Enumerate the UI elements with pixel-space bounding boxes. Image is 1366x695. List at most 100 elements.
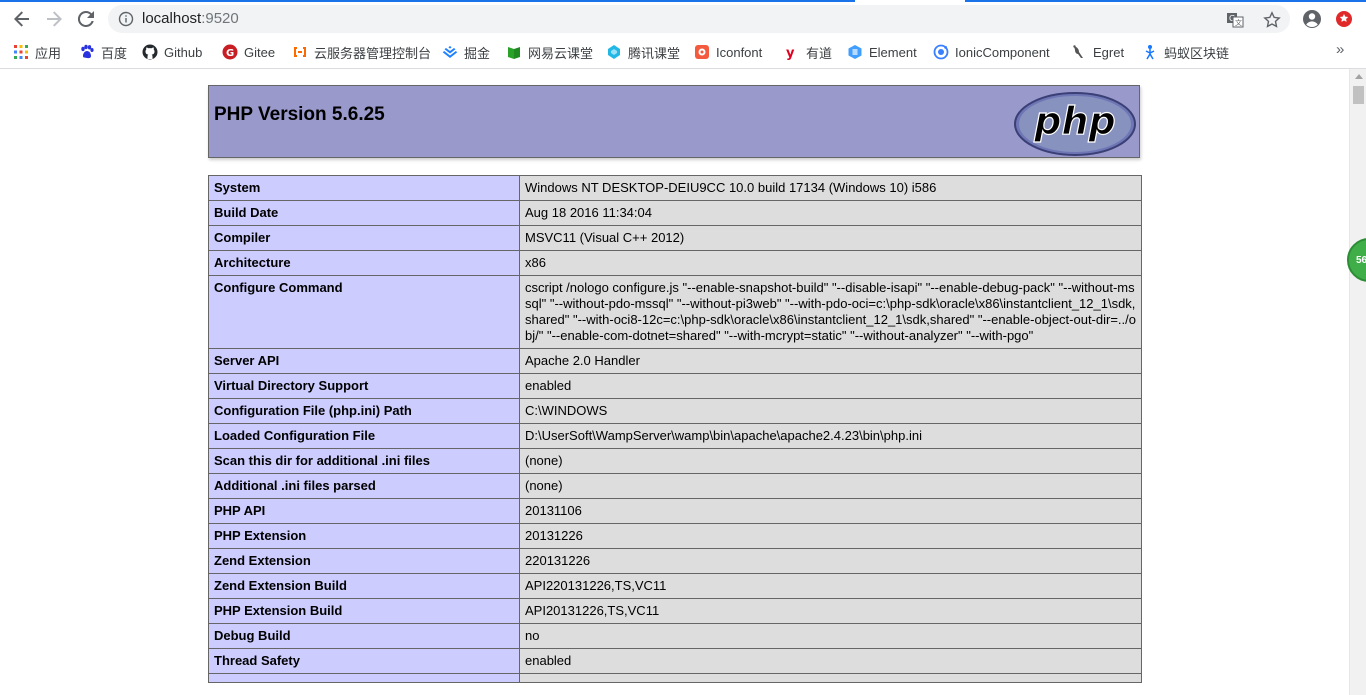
info-row: System Windows NT DESKTOP-DEIU9CC 10.0 bu… [208,175,1142,201]
address-bar[interactable]: localhost:9520 G文 [108,5,1290,33]
translate-icon[interactable]: G文 [1226,11,1244,29]
svg-text:y: y [786,46,795,60]
scroll-up-arrow-icon[interactable] [1355,74,1363,79]
bookmark-element[interactable]: Element [847,41,917,63]
info-key: Additional .ini files parsed [208,473,520,499]
info-row: Zend Extension 220131226 [208,548,1142,574]
bookmark-ant-chain[interactable]: 蚂蚁区块链 [1142,41,1229,63]
back-arrow-icon[interactable] [9,6,35,32]
info-value: cscript /nologo configure.js "--enable-s… [519,275,1142,349]
info-key: Zend Extension Build [208,573,520,599]
info-row: PHP Extension 20131226 [208,523,1142,549]
info-row: Thread Safety enabled [208,648,1142,674]
info-row: PHP Extension Build API20131226,TS,VC11 [208,598,1142,624]
info-value: 20131106 [519,498,1142,524]
aliyun-icon [292,44,308,60]
bookmark-tencent-class[interactable]: 腾讯课堂 [606,41,680,63]
info-row: Additional .ini files parsed (none) [208,473,1142,499]
info-row: Configure Command cscript /nologo configu… [208,275,1142,349]
info-value: Aug 18 2016 11:34:04 [519,200,1142,226]
info-key: System [208,175,520,201]
youdao-icon: y [784,44,800,60]
url-text[interactable]: localhost:9520 [142,10,239,27]
page-title: PHP Version 5.6.25 [214,104,385,125]
info-row: Debug Build no [208,623,1142,649]
juejin-icon [442,44,458,60]
bookmark-label: 掘金 [464,45,491,61]
iconfont-icon [694,44,710,60]
info-value: C:\WINDOWS [519,398,1142,424]
bookmark-label: 云服务器管理控制台 [314,45,432,61]
bookmark-baidu[interactable]: 百度 [79,41,127,63]
info-key: Zend Extension [208,548,520,574]
info-value [519,673,1142,683]
scrollbar-thumb[interactable] [1353,86,1364,104]
netease-study-icon [506,44,522,60]
bookmark-github[interactable]: Github [142,41,202,63]
php-logo-icon: php [1014,92,1136,156]
info-row: Compiler MSVC11 (Visual C++ 2012) [208,225,1142,251]
url-port: :9520 [201,10,239,27]
bookmark-label: Egret [1093,44,1125,60]
bookmark-gitee[interactable]: G Gitee [222,41,275,63]
info-key: Thread Safety [208,648,520,674]
php-logo-text: php [1033,99,1115,143]
bookmark-label: Element [869,44,917,60]
info-value: MSVC11 (Visual C++ 2012) [519,225,1142,251]
bookmark-ionic[interactable]: IonicComponent [933,41,1050,63]
phpinfo-table: System Windows NT DESKTOP-DEIU9CC 10.0 bu… [208,175,1142,683]
reload-icon[interactable] [73,6,99,32]
bookmark-egret[interactable]: Egret [1071,41,1124,63]
info-row: Virtual Directory Support enabled [208,373,1142,399]
bookmark-youdao[interactable]: y 有道 [784,41,832,63]
page-viewport: PHP Version 5.6.25 php System Windows NT … [0,69,1349,695]
info-key: Configure Command [208,275,520,349]
info-value: enabled [519,648,1142,674]
bookmark-label: 应用 [35,45,62,61]
extension-icon[interactable] [1333,8,1355,30]
info-icon[interactable] [118,11,134,27]
info-value: (none) [519,448,1142,474]
bookmark-netease[interactable]: 网易云课堂 [506,41,593,63]
info-value: (none) [519,473,1142,499]
bookmark-juejin[interactable]: 掘金 [442,41,490,63]
bookmarks-overflow-button[interactable]: » [1336,41,1344,58]
ionic-icon [933,44,949,60]
baidu-paw-icon [79,44,95,60]
info-row: Zend Extension Build API220131226,TS,VC11 [208,573,1142,599]
info-key: Debug Build [208,623,520,649]
info-key: Virtual Directory Support [208,373,520,399]
vertical-scrollbar[interactable] [1349,69,1366,695]
bookmark-label: 百度 [101,45,128,61]
info-key: PHP Extension [208,523,520,549]
bookmark-label: Iconfont [716,44,763,60]
star-icon[interactable] [1263,11,1281,29]
forward-arrow-icon[interactable] [41,6,67,32]
info-value: 220131226 [519,548,1142,574]
bookmark-label: 网易云课堂 [528,45,594,61]
info-value: D:\UserSoft\WampServer\wamp\bin\apache\a… [519,423,1142,449]
info-key [208,673,520,683]
bookmark-label: 蚂蚁区块链 [1164,45,1230,61]
info-value: enabled [519,373,1142,399]
info-row: PHP API 20131106 [208,498,1142,524]
bookmark-label: 有道 [806,45,833,61]
info-row: Server API Apache 2.0 Handler [208,348,1142,374]
bookmark-label: 腾讯课堂 [628,45,681,61]
account-icon[interactable] [1301,8,1323,30]
info-value: Windows NT DESKTOP-DEIU9CC 10.0 build 17… [519,175,1142,201]
element-icon [847,44,863,60]
info-row: Architecture x86 [208,250,1142,276]
info-value: no [519,623,1142,649]
bookmarks-bar: 应用 百度 Github G Gitee 云服务器管理控制台 掘金 网易云课堂 [0,37,1366,69]
info-key: Configuration File (php.ini) Path [208,398,520,424]
bookmark-label: Gitee [244,44,276,60]
info-key: Compiler [208,225,520,251]
bookmark-aliyun[interactable]: 云服务器管理控制台 [292,41,431,63]
tab-indicator [965,0,1366,2]
bookmark-iconfont[interactable]: Iconfont [694,41,762,63]
tab-indicator [0,0,855,2]
url-host: localhost [142,10,202,27]
gitee-icon: G [222,44,238,60]
bookmark-apps[interactable]: 应用 [13,41,61,63]
